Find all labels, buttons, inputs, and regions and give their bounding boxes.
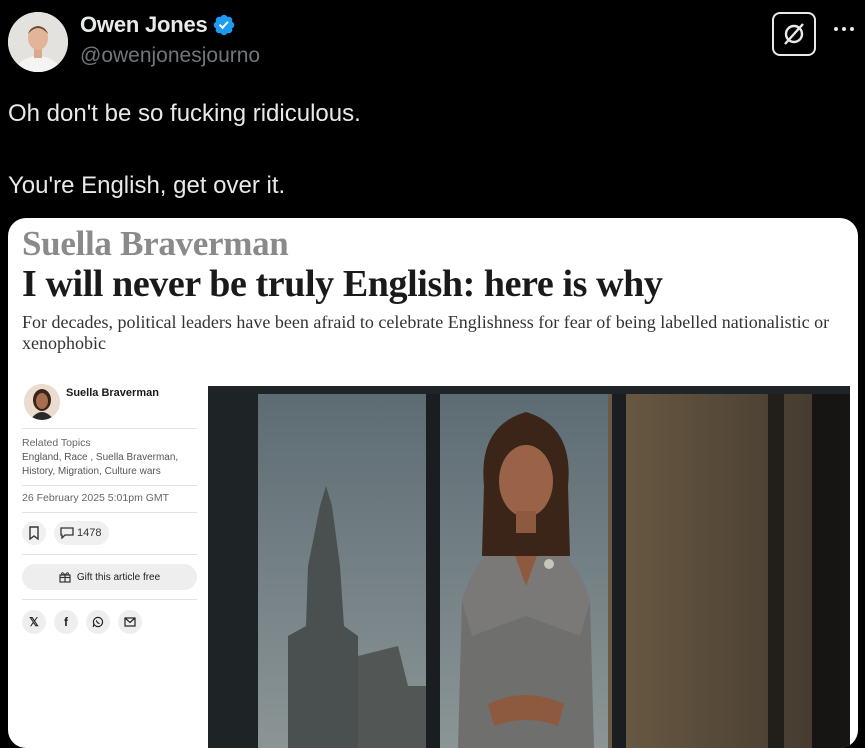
comment-icon [60, 527, 74, 539]
author-avatar[interactable] [8, 12, 68, 72]
whatsapp-icon [86, 610, 110, 634]
tweet-line: Oh don't be so fucking ridiculous. [8, 100, 361, 127]
tweet-line: You're English, get over it. [8, 172, 286, 199]
tweet-text: Oh don't be so fucking ridiculous. You'r… [8, 96, 361, 204]
facebook-icon: f [54, 610, 78, 634]
gift-article-button: Gift this article free [22, 564, 197, 590]
grok-icon [784, 23, 804, 45]
byline-avatar [24, 384, 60, 420]
article-author: Suella Braverman [22, 224, 289, 263]
grok-button[interactable] [772, 12, 816, 56]
x-share-icon: 𝕏 [22, 610, 46, 634]
article-sidebar: Suella Braverman Related Topics England,… [22, 384, 197, 634]
comments-button: 1478 [54, 521, 110, 545]
bookmark-button [22, 521, 46, 545]
more-button[interactable] [832, 20, 856, 38]
bookmark-icon [29, 526, 39, 540]
article-photo [208, 386, 850, 748]
gift-icon [59, 572, 71, 583]
tweet-header: Owen Jones @owenjonesjourno [0, 0, 865, 90]
more-icon [834, 27, 854, 31]
author-handle[interactable]: @owenjonesjourno [80, 44, 260, 68]
divider [22, 554, 197, 555]
article-standfirst: For decades, political leaders have been… [22, 312, 830, 353]
related-topics: England, Race , Suella Braverman, Histor… [22, 452, 179, 477]
byline-name: Suella Braverman [66, 387, 159, 399]
gift-label: Gift this article free [76, 571, 161, 583]
byline: Suella Braverman [22, 384, 197, 428]
email-icon [118, 610, 142, 634]
related-topics-label: Related Topics [22, 437, 91, 449]
verified-badge-icon [213, 14, 234, 36]
comment-count: 1478 [77, 527, 102, 539]
author-name[interactable]: Owen Jones [80, 12, 208, 38]
article-date: 26 February 2025 5:01pm GMT [22, 492, 170, 504]
article-image[interactable]: Suella Braverman I will never be truly E… [8, 218, 858, 748]
article-title: I will never be truly English: here is w… [22, 263, 663, 305]
